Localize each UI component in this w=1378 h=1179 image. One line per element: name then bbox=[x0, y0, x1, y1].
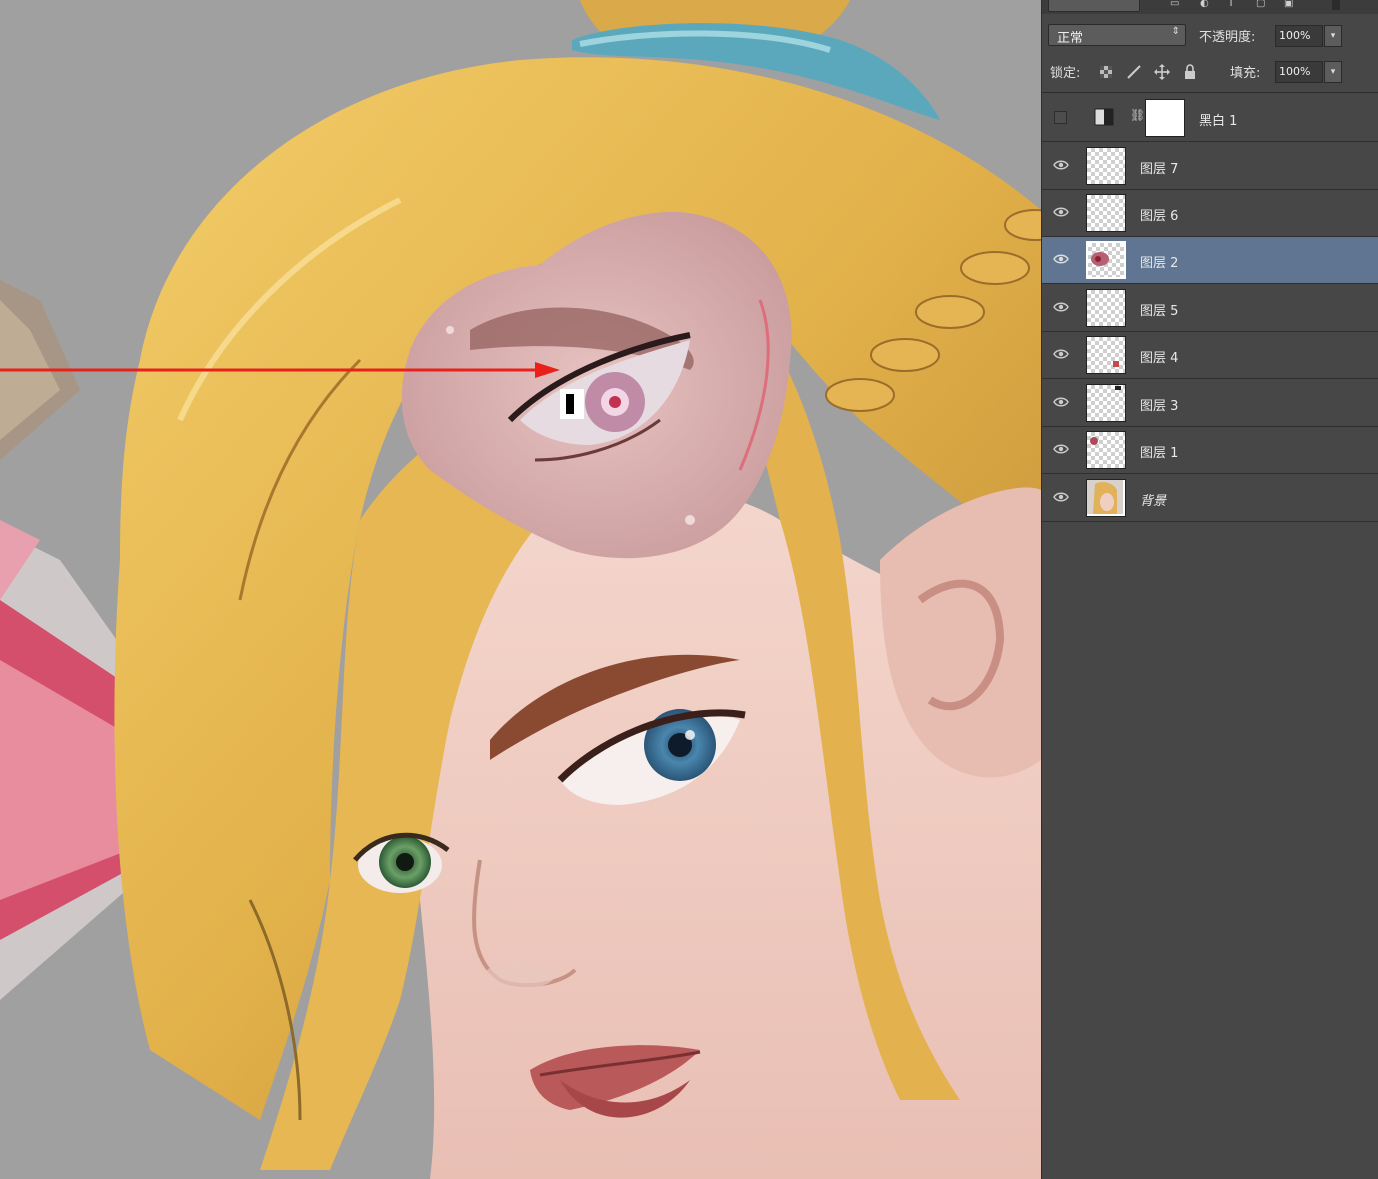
fill-label: 填充: bbox=[1230, 66, 1261, 81]
opacity-input[interactable]: 100% bbox=[1275, 25, 1323, 47]
layer-name: 图层 2 bbox=[1140, 256, 1179, 271]
eye-icon[interactable] bbox=[1053, 443, 1069, 455]
fill-dropdown-icon[interactable]: ▾ bbox=[1324, 61, 1342, 83]
lock-fill-row: 锁定: 填充: 100% ▾ bbox=[1042, 56, 1378, 90]
fill-input[interactable]: 100% bbox=[1275, 61, 1323, 83]
layer-thumbnail[interactable] bbox=[1086, 384, 1126, 422]
layer-name: 背景 bbox=[1140, 494, 1167, 509]
layer-thumbnail[interactable] bbox=[1086, 194, 1126, 232]
layer-visibility-off-box[interactable] bbox=[1054, 111, 1067, 124]
layer-thumbnail[interactable] bbox=[1086, 241, 1126, 279]
layer-mask-thumbnail[interactable] bbox=[1145, 99, 1185, 137]
layer-row-black-white[interactable]: ⛓ 黑白 1 bbox=[1042, 95, 1378, 142]
filter-type-icon[interactable]: T bbox=[1228, 0, 1240, 9]
layer-thumbnail[interactable] bbox=[1086, 289, 1126, 327]
layer-row-6[interactable]: 图层 6 bbox=[1042, 190, 1378, 237]
lock-image-pixels-icon[interactable] bbox=[1126, 64, 1142, 80]
artwork-illustration bbox=[0, 0, 1041, 1179]
layer-name: 图层 1 bbox=[1140, 446, 1179, 461]
opacity-dropdown-icon[interactable]: ▾ bbox=[1324, 25, 1342, 47]
lock-label: 锁定: bbox=[1050, 66, 1081, 81]
select-arrows-icon: ⇕ bbox=[1171, 26, 1180, 37]
filter-shape-icon[interactable]: ▢ bbox=[1256, 0, 1268, 9]
eye-icon[interactable] bbox=[1053, 348, 1069, 360]
layer-kind-filter[interactable] bbox=[1048, 0, 1140, 12]
filter-adjustment-icon[interactable]: ◐ bbox=[1200, 0, 1212, 9]
panel-divider bbox=[1042, 92, 1378, 93]
layer-row-background[interactable]: 背景 bbox=[1042, 475, 1378, 522]
filter-toggle-icon[interactable] bbox=[1332, 0, 1340, 10]
eye-icon[interactable] bbox=[1053, 491, 1069, 503]
layer-row-2-selected[interactable]: 图层 2 bbox=[1042, 237, 1378, 284]
layer-row-3[interactable]: 图层 3 bbox=[1042, 380, 1378, 427]
filter-pixel-icon[interactable]: ▭ bbox=[1170, 0, 1182, 9]
layer-name: 图层 5 bbox=[1140, 304, 1179, 319]
lock-transparent-pixels-icon[interactable] bbox=[1098, 64, 1114, 80]
eye-icon[interactable] bbox=[1053, 253, 1069, 265]
layers-panel: ▭ ◐ T ▢ ▣ 正常 ⇕ 不透明度: 100% ▾ 锁定: 填充: 100%… bbox=[1041, 0, 1378, 1179]
lock-position-icon[interactable] bbox=[1154, 64, 1170, 80]
eye-icon[interactable] bbox=[1053, 206, 1069, 218]
blend-mode-value: 正常 bbox=[1057, 31, 1084, 46]
layer-name: 图层 6 bbox=[1140, 209, 1179, 224]
layer-thumbnail[interactable] bbox=[1086, 147, 1126, 185]
document-canvas[interactable] bbox=[0, 0, 1041, 1179]
layer-thumbnail-art bbox=[1115, 386, 1121, 390]
eye-patch-thumbnail-art bbox=[1091, 252, 1109, 266]
layer-name: 图层 4 bbox=[1140, 351, 1179, 366]
layer-row-7[interactable]: 图层 7 bbox=[1042, 143, 1378, 190]
layer-thumbnail-art bbox=[1090, 437, 1098, 445]
text-cursor-marker bbox=[560, 389, 584, 419]
layer-thumbnail-art bbox=[1113, 361, 1119, 367]
eye-icon[interactable] bbox=[1053, 396, 1069, 408]
filter-smart-object-icon[interactable]: ▣ bbox=[1284, 0, 1296, 9]
opacity-label: 不透明度: bbox=[1199, 30, 1256, 45]
eye-icon[interactable] bbox=[1053, 301, 1069, 313]
blend-mode-select[interactable]: 正常 ⇕ bbox=[1048, 24, 1186, 46]
lock-all-icon[interactable] bbox=[1182, 64, 1198, 80]
eye-icon[interactable] bbox=[1053, 159, 1069, 171]
panel-filter-row: ▭ ◐ T ▢ ▣ bbox=[1042, 0, 1378, 14]
layer-thumbnail[interactable] bbox=[1086, 479, 1126, 517]
chain-link-icon[interactable]: ⛓ bbox=[1130, 108, 1145, 126]
background-thumbnail-art bbox=[1087, 480, 1123, 514]
layer-name: 图层 7 bbox=[1140, 162, 1179, 177]
black-white-adjustment-icon bbox=[1094, 108, 1114, 126]
layer-row-5[interactable]: 图层 5 bbox=[1042, 285, 1378, 332]
blend-opacity-row: 正常 ⇕ 不透明度: 100% ▾ bbox=[1042, 20, 1378, 52]
layer-thumbnail[interactable] bbox=[1086, 336, 1126, 374]
layer-row-4[interactable]: 图层 4 bbox=[1042, 332, 1378, 379]
layer-name: 黑白 1 bbox=[1199, 114, 1238, 129]
layer-thumbnail[interactable] bbox=[1086, 431, 1126, 469]
layer-name: 图层 3 bbox=[1140, 399, 1179, 414]
layer-row-1[interactable]: 图层 1 bbox=[1042, 427, 1378, 474]
